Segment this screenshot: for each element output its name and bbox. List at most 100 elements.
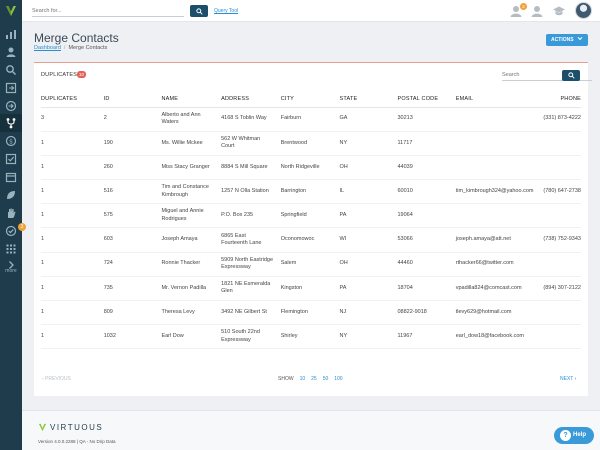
cell-city: Barrington bbox=[280, 179, 340, 205]
search-icon[interactable] bbox=[5, 64, 17, 76]
help-button[interactable]: ? Help bbox=[554, 427, 594, 444]
table-row[interactable]: 1 190 Ms. Willie Mckee 562 W Whitman Cou… bbox=[41, 131, 581, 156]
cell-name: Joseph Amaya bbox=[161, 236, 198, 243]
page-size-10[interactable]: 10 bbox=[300, 376, 306, 382]
export-icon[interactable] bbox=[5, 82, 17, 94]
help-icon: ? bbox=[560, 430, 571, 441]
page-size-50[interactable]: 50 bbox=[323, 376, 329, 382]
header-postal-code[interactable]: POSTAL CODE bbox=[397, 91, 456, 108]
cell-address: 5909 North Eastridge Expressway bbox=[221, 256, 274, 271]
import-icon[interactable] bbox=[5, 100, 17, 112]
cell-postal-code: 08822-9018 bbox=[397, 300, 456, 326]
table-row[interactable]: 1 603 Joseph Amaya 6865 East Fourteenth … bbox=[41, 227, 581, 253]
cell-id: 190 bbox=[103, 131, 162, 156]
cell-phone bbox=[533, 324, 581, 350]
header-duplicates[interactable]: DUPLICATES bbox=[41, 91, 104, 108]
query-tool-link[interactable]: Query Tool bbox=[214, 8, 238, 14]
cell-duplicates: 3 bbox=[41, 107, 104, 132]
header-address[interactable]: ADDRESS bbox=[221, 91, 281, 108]
cell-email: tim_kimbrough324@yahoo.com bbox=[455, 179, 534, 205]
breadcrumb-current: Merge Contacts bbox=[68, 45, 108, 51]
avatar[interactable] bbox=[575, 2, 592, 19]
header-id[interactable]: ID bbox=[103, 91, 162, 108]
cell-postal-code: 11717 bbox=[397, 131, 456, 156]
header-phone[interactable]: PHONE bbox=[533, 91, 581, 108]
cell-duplicates: 1 bbox=[41, 324, 104, 350]
chevron-down-icon bbox=[577, 36, 583, 41]
header-city[interactable]: CITY bbox=[280, 91, 340, 108]
cell-name: Miguel and Annie Rodrigues bbox=[161, 208, 204, 222]
table-row[interactable]: 1 809 Theresa Levy 3492 NE Gilbert St Fl… bbox=[41, 300, 581, 326]
contacts-icon[interactable] bbox=[5, 46, 17, 58]
cell-phone bbox=[533, 300, 581, 326]
hand-icon[interactable] bbox=[5, 207, 17, 219]
cell-state: GA bbox=[339, 107, 398, 132]
table-row[interactable]: 1 575 Miguel and Annie Rodrigues P.O. Bo… bbox=[41, 203, 581, 229]
table-search-button[interactable] bbox=[562, 70, 580, 81]
dashboard-icon[interactable] bbox=[5, 28, 17, 40]
cell-state: PA bbox=[339, 276, 398, 302]
table-header-row: DUPLICATES ID NAME ADDRESS CITY STATE PO… bbox=[41, 91, 581, 108]
page-title: Merge Contacts bbox=[34, 31, 119, 45]
cell-duplicates: 1 bbox=[41, 300, 104, 326]
leaf-icon[interactable] bbox=[5, 189, 17, 201]
global-search-input[interactable] bbox=[32, 5, 184, 17]
table-row[interactable]: 1 516 Tim and Constance Kimbrough 1257 N… bbox=[41, 179, 581, 205]
graduation-cap-icon[interactable] bbox=[552, 4, 566, 18]
cell-duplicates: 1 bbox=[41, 227, 104, 253]
check-circle-icon[interactable] bbox=[5, 225, 17, 237]
cell-name: Miss Stacy Granger bbox=[161, 163, 210, 170]
duplicates-panel: DUPLICATES 10 DUPLICATES ID NAME ADDRESS… bbox=[34, 62, 592, 396]
cell-name: Mr. Vernon Padilla bbox=[161, 284, 207, 291]
header-email[interactable]: EMAIL bbox=[455, 91, 534, 108]
cell-email: rthacker66@twitter.com bbox=[455, 252, 534, 277]
tasks-icon[interactable] bbox=[5, 153, 17, 165]
sidebar-more-link[interactable]: more bbox=[2, 268, 20, 274]
search-icon bbox=[195, 7, 203, 15]
previous-page-link[interactable]: ‹ PREVIOUS bbox=[42, 376, 71, 382]
table-row[interactable]: 1 1032 Earl Dow 510 South 22nd Expresswa… bbox=[41, 324, 581, 350]
gifts-icon[interactable]: $ bbox=[5, 135, 17, 147]
user-icon[interactable] bbox=[530, 4, 544, 18]
cell-id: 516 bbox=[103, 179, 162, 205]
breadcrumb-separator: / bbox=[63, 45, 66, 51]
header-name[interactable]: NAME bbox=[161, 91, 222, 108]
notification-badge: 2 bbox=[520, 3, 527, 10]
cell-email bbox=[455, 131, 534, 156]
cell-postal-code: 30213 bbox=[397, 107, 456, 132]
cell-address: 1821 NE Esmeralda Glen bbox=[221, 280, 271, 295]
breadcrumb-dashboard-link[interactable]: Dashboard bbox=[34, 45, 61, 51]
global-search-button[interactable] bbox=[190, 5, 208, 17]
virtuous-logo-icon[interactable] bbox=[4, 4, 18, 18]
show-label: SHOW bbox=[278, 376, 294, 382]
page-size-25[interactable]: 25 bbox=[311, 376, 317, 382]
calendar-icon[interactable] bbox=[5, 171, 17, 183]
merge-icon[interactable] bbox=[5, 117, 17, 129]
duplicates-count-badge: 10 bbox=[77, 71, 86, 78]
table-row[interactable]: 1 735 Mr. Vernon Padilla 1821 NE Esmeral… bbox=[41, 276, 581, 302]
header-state[interactable]: STATE bbox=[339, 91, 398, 108]
next-page-link[interactable]: NEXT › bbox=[560, 376, 576, 382]
table-row[interactable]: 1 260 Miss Stacy Granger 8884 S Mill Squ… bbox=[41, 155, 581, 181]
cell-city: Kingston bbox=[280, 276, 340, 302]
top-bar: Query Tool 2 bbox=[22, 0, 600, 22]
cell-email bbox=[455, 155, 534, 181]
cell-postal-code: 44039 bbox=[397, 155, 456, 181]
cell-address: 510 South 22nd Expressway bbox=[221, 329, 260, 343]
cell-name: Ronnie Thacker bbox=[161, 260, 201, 267]
cell-postal-code: 19064 bbox=[397, 203, 456, 229]
sidebar-badge: 3 bbox=[18, 223, 26, 231]
actions-button[interactable]: ACTIONS bbox=[546, 34, 588, 46]
svg-text:$: $ bbox=[9, 138, 13, 145]
cell-id: 809 bbox=[103, 300, 162, 326]
duplicates-table: DUPLICATES ID NAME ADDRESS CITY STATE PO… bbox=[41, 91, 581, 350]
page-size-100[interactable]: 100 bbox=[334, 376, 342, 382]
cell-name: Alberto and Ann Waters bbox=[161, 111, 201, 126]
page-size-selector: SHOW 10 25 50 100 bbox=[278, 376, 343, 382]
help-label: Help bbox=[572, 432, 586, 438]
cell-city: Oconomowoc bbox=[280, 227, 340, 253]
apps-grid-icon[interactable] bbox=[5, 243, 17, 255]
cell-name: Earl Dow bbox=[161, 333, 184, 340]
table-row[interactable]: 3 2 Alberto and Ann Waters 4168 S Toblin… bbox=[41, 107, 581, 132]
table-row[interactable]: 1 724 Ronnie Thacker 5909 North Eastridg… bbox=[41, 252, 581, 277]
